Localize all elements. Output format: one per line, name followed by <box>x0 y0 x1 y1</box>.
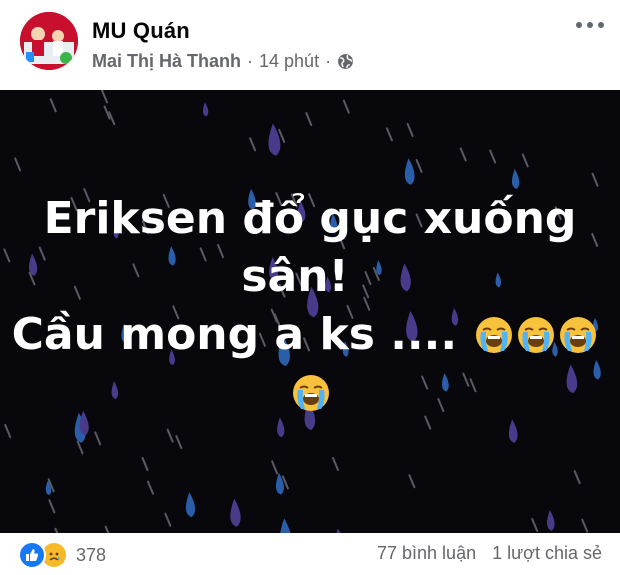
post-time[interactable]: 14 phút <box>259 51 319 72</box>
post-stats: 77 bình luận 1 lượt chia sẻ <box>377 543 602 564</box>
meta-separator: · <box>247 51 254 71</box>
globe-icon[interactable] <box>337 53 354 70</box>
post-footer: 378 77 bình luận 1 lượt chia sẻ <box>0 533 620 575</box>
post-header: MU Quán Mai Thị Hà Thanh · 14 phút · <box>0 0 620 90</box>
crying-face-icon <box>559 316 598 354</box>
post-text-line-3: Cầu mong a ks .... <box>0 306 620 364</box>
crying-face-icon <box>292 374 330 412</box>
reaction-count: 378 <box>76 544 107 565</box>
post-text-line-1: Eriksen đổ gục xuống <box>43 193 577 244</box>
post-image[interactable]: Eriksen đổ gục xuống sân! Cầu mong a ks … <box>0 90 620 533</box>
crying-face-icon <box>475 316 514 354</box>
more-options-icon[interactable] <box>576 22 604 28</box>
post-text-line-4 <box>0 364 620 422</box>
post-meta: Mai Thị Hà Thanh · 14 phút · <box>92 51 354 72</box>
post-text-line-2: sân! <box>241 251 349 302</box>
crying-face-icon <box>517 316 556 354</box>
like-icon <box>18 541 46 569</box>
avatar[interactable] <box>20 12 78 70</box>
author-name[interactable]: Mai Thị Hà Thanh <box>92 51 241 72</box>
reactions-summary[interactable]: 378 <box>18 541 106 569</box>
comments-count-link[interactable]: 77 bình luận <box>377 543 476 564</box>
meta-separator-2: · <box>325 51 332 71</box>
page-name[interactable]: MU Quán <box>92 18 190 44</box>
shares-count-link[interactable]: 1 lượt chia sẻ <box>492 543 602 564</box>
post-image-text: Eriksen đổ gục xuống sân! Cầu mong a ks … <box>0 190 620 422</box>
